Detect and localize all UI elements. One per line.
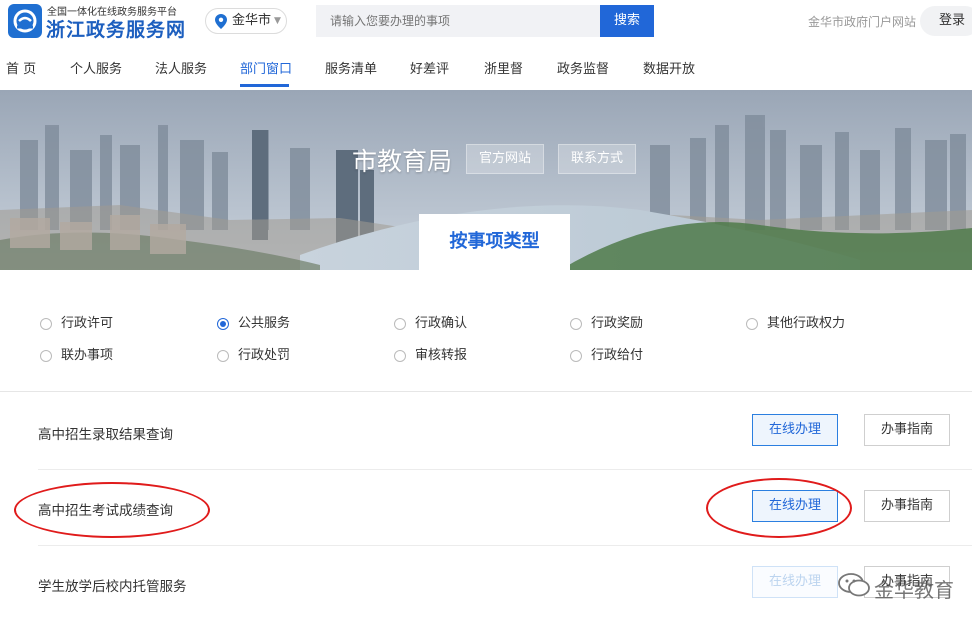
nav-evaluation[interactable]: 好差评 (410, 58, 449, 77)
login-button[interactable]: 登录 (920, 6, 972, 36)
active-tab-indicator (240, 84, 289, 87)
radio-icon (746, 318, 758, 330)
city-selector[interactable]: 金华市 ▼ (205, 8, 287, 34)
nav-legal-entity[interactable]: 法人服务 (155, 58, 207, 77)
site-logo-icon[interactable] (8, 4, 42, 38)
radio-icon (570, 318, 582, 330)
nav-departments[interactable]: 部门窗口 (240, 58, 292, 77)
annotation-circle-title (14, 482, 210, 538)
watermark-text: 金华教育 (874, 578, 954, 602)
nav-service-list[interactable]: 服务清单 (325, 58, 377, 77)
contact-button[interactable]: 联系方式 (558, 144, 636, 174)
tab-by-item-type[interactable]: 按事项类型 (419, 214, 570, 270)
item-type-filters: 行政许可 公共服务 行政确认 行政奖励 其他行政权力 联办事项 行政处罚 审核转… (0, 270, 972, 392)
service-guide-button[interactable]: 办事指南 (864, 490, 950, 522)
nav-personal[interactable]: 个人服务 (70, 58, 122, 77)
annotation-circle-button (706, 478, 852, 538)
watermark: 金华教育 (832, 568, 972, 603)
service-title[interactable]: 学生放学后校内托管服务 (38, 575, 187, 595)
radio-icon (40, 318, 52, 330)
service-title[interactable]: 高中招生录取结果查询 (38, 423, 173, 443)
main-nav: 首 页 个人服务 法人服务 部门窗口 服务清单 好差评 浙里督 政务监督 数据开… (0, 44, 972, 90)
nav-home[interactable]: 首 页 (6, 58, 36, 77)
department-banner: 市教育局 官方网站 联系方式 按事项类型 (0, 90, 972, 270)
radio-icon (394, 318, 406, 330)
official-site-button[interactable]: 官方网站 (466, 144, 544, 174)
online-handle-button[interactable]: 在线办理 (752, 566, 838, 598)
department-title: 市教育局 (352, 147, 453, 176)
location-pin-icon (215, 14, 227, 38)
search-button[interactable]: 搜索 (600, 5, 654, 37)
radio-icon (570, 350, 582, 362)
service-row: 高中招生录取结果查询 在线办理 办事指南 (38, 394, 972, 470)
radio-checked-icon (217, 318, 229, 330)
nav-supervision-zj[interactable]: 浙里督 (484, 58, 523, 77)
city-name: 金华市 (232, 13, 272, 28)
online-handle-button[interactable]: 在线办理 (752, 414, 838, 446)
nav-open-data[interactable]: 数据开放 (643, 58, 695, 77)
radio-icon (40, 350, 52, 362)
chevron-down-icon: ▼ (274, 16, 281, 26)
service-guide-button[interactable]: 办事指南 (864, 414, 950, 446)
search-input[interactable] (316, 5, 600, 37)
portal-link[interactable]: 金华市政府门户网站 (808, 13, 916, 30)
nav-gov-supervision[interactable]: 政务监督 (557, 58, 609, 77)
site-title[interactable]: 浙江政务服务网 (46, 15, 186, 42)
radio-icon (217, 350, 229, 362)
wechat-icon (838, 572, 870, 602)
site-header: 全国一体化在线政务服务平台 浙江政务服务网 金华市 ▼ 搜索 金华市政府门户网站… (0, 0, 972, 44)
radio-icon (394, 350, 406, 362)
